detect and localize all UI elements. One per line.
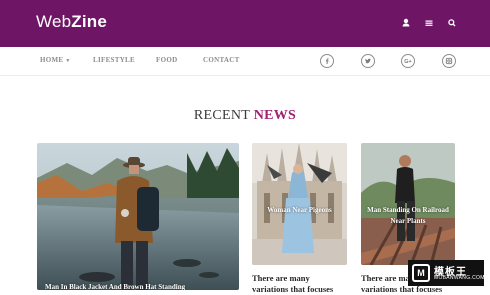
header-bar: WebZine [0,0,490,47]
watermark-badge: M 模板王 MOBANWANG.COM [408,260,484,286]
site-logo[interactable]: WebZine [36,12,107,32]
svg-text:G+: G+ [404,59,412,65]
section-title: RECENT NEWS [193,108,297,123]
post-card[interactable]: Man Standing On Railroad Near Plants [361,143,455,265]
post-title[interactable]: Woman Near Pigeons [256,205,343,216]
chevron-down-icon: ▼ [65,59,71,64]
instagram-icon[interactable] [442,54,456,68]
watermark-url: MOBANWANG.COM [434,275,485,281]
google-plus-icon[interactable]: G+ [401,54,415,68]
post-image-railroad [361,143,455,265]
post-title[interactable]: Man Standing On Railroad Near Plants [365,205,451,227]
post-card[interactable]: Woman Near Pigeons [252,143,347,265]
post-card-featured[interactable]: Man In Black Jacket And Brown Hat Standi… [37,143,239,290]
nav-lifestyle[interactable]: LIFESTYLE [93,56,135,64]
post-title[interactable]: Man In Black Jacket And Brown Hat Standi… [45,282,235,290]
nav-home[interactable]: HOME ▼ [40,56,71,64]
post-image-hiker [37,143,239,290]
watermark-logo: M [412,264,430,282]
post-excerpt: There are many variations that focuses [252,273,334,294]
nav-contact[interactable]: CONTACT [203,56,240,64]
post-image-pigeons [252,143,347,265]
main-nav: HOME ▼ LIFESTYLE FOOD CONTACT G+ [0,47,490,76]
search-icon[interactable] [444,15,460,31]
nav-food[interactable]: FOOD [156,56,177,64]
twitter-icon[interactable] [361,54,375,68]
menu-icon[interactable] [421,15,437,31]
user-icon[interactable] [398,15,414,31]
facebook-icon[interactable] [320,54,334,68]
